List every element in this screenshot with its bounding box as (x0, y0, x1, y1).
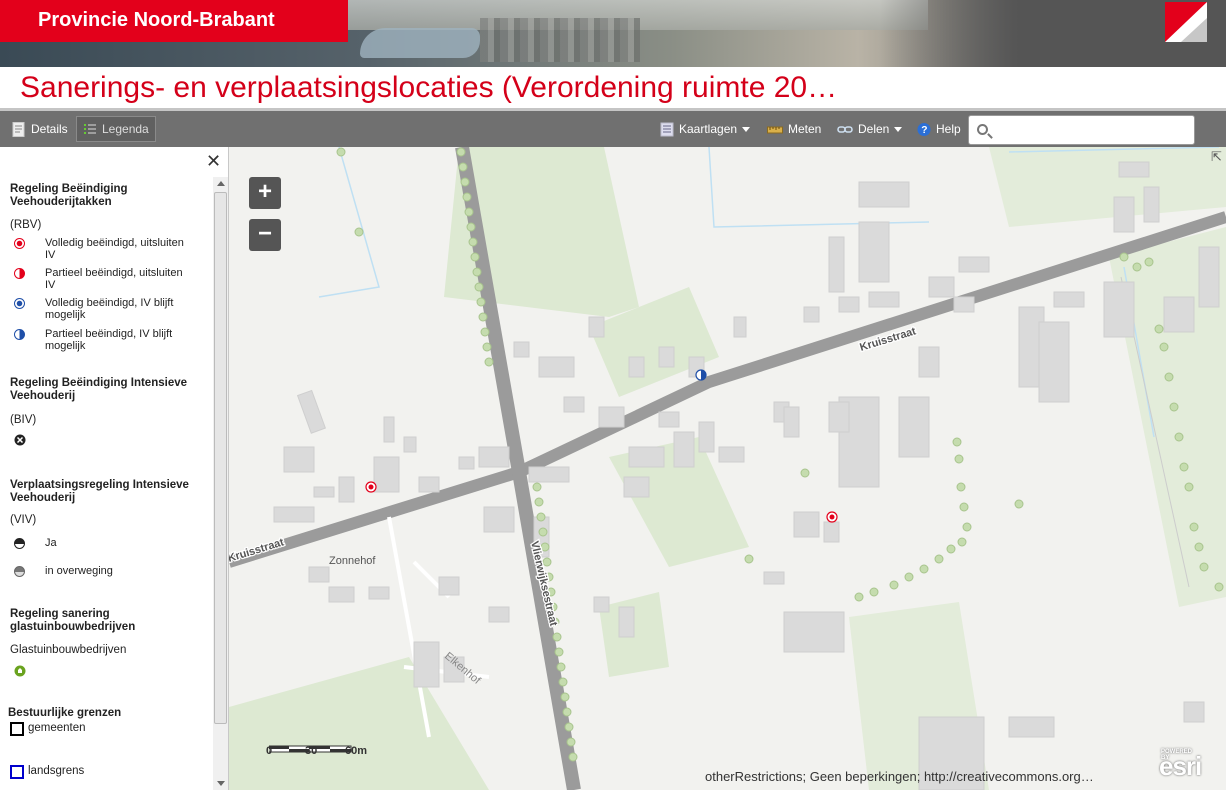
legend-sub-biv: (BIV) (10, 414, 37, 426)
province-logo[interactable] (1165, 2, 1207, 42)
logo-grey-triangle (1181, 18, 1207, 42)
legend-label: Legenda (102, 122, 149, 136)
attribution-text: otherRestrictions; Geen beperkingen; htt… (705, 769, 1094, 784)
legend-heading-bounds: Bestuurlijke grenzen (8, 707, 122, 719)
search-icon (977, 124, 988, 135)
banner-photo-water (360, 28, 480, 58)
legend-heading-glas: Regeling sanering glastuinbouwbedrijven (10, 608, 136, 633)
legend-scrollbar[interactable] (213, 177, 228, 790)
legend-item-label: Volledig beëindigd, IV blijft mogelijk (45, 297, 174, 321)
header-banner: Provincie Noord-Brabant (0, 0, 1226, 67)
measure-button[interactable]: Meten (761, 116, 827, 142)
legend-heading-viv: Verplaatsingsregeling Intensieve Veehoud… (10, 479, 189, 504)
chevron-down-icon (742, 126, 751, 132)
biv-marker-icon (14, 434, 26, 446)
esri-powered-by: POWERED BY (1161, 749, 1193, 761)
legend-panel: ✕ Regeling Beëindiging Veehouderijtakken… (0, 147, 229, 790)
legend-item-label: Partieel beëindigd, IV blijft mogelijk (45, 328, 173, 352)
share-button[interactable]: Delen (831, 116, 908, 142)
legend-item-label: gemeenten (28, 722, 86, 734)
municipal-border-swatch (10, 722, 24, 736)
legend-sub-glas: Glastuinbouwbedrijven (10, 644, 127, 656)
measure-label: Meten (788, 122, 822, 136)
esri-logo[interactable]: POWERED BY esri (1159, 749, 1202, 782)
banner-photo-city (480, 18, 640, 62)
legend-list-icon (84, 123, 96, 134)
scroll-up-icon[interactable] (217, 181, 225, 186)
document-icon (12, 121, 25, 137)
brand-name: Provincie Noord-Brabant (0, 0, 348, 42)
legend-item-label: Partieel beëindigd, uitsluiten IV (45, 267, 183, 291)
basemaps-button[interactable]: Kaartlagen (654, 116, 756, 142)
help-button[interactable]: ? Help (911, 116, 967, 142)
legend-sub-viv: (VIV) (10, 514, 37, 526)
half-red-marker-icon (14, 268, 25, 279)
full-red-marker-icon (14, 238, 25, 249)
legend-item-label: landsgrens (28, 765, 85, 777)
map-canvas: Kruisstraat Kruisstraat Vlierwijksestraa… (229, 147, 1226, 790)
map-view[interactable]: Kruisstraat Kruisstraat Vlierwijksestraa… (229, 147, 1226, 790)
scale-tick-label: 60m (345, 745, 368, 757)
zoom-in-button[interactable]: + (249, 177, 281, 209)
basemaps-label: Kaartlagen (679, 122, 738, 136)
title-bar: Sanerings- en verplaatsingslocaties (Ver… (0, 67, 1226, 111)
scroll-thumb[interactable] (214, 192, 227, 724)
help-icon: ? (917, 122, 931, 136)
details-label: Details (31, 122, 68, 136)
ruler-icon (767, 126, 783, 133)
help-label: Help (936, 122, 961, 136)
legend-item-label: Volledig beëindigd, uitsluiten IV (45, 237, 184, 261)
legend-sub-rbv: (RBV) (10, 219, 42, 231)
legend-heading-rbv: Regeling Beëindiging Veehouderijtakken (10, 183, 128, 208)
half-blue-marker-icon (14, 329, 25, 340)
legend-button[interactable]: Legenda (76, 116, 156, 142)
scale-bar: 0 30 60m (266, 745, 379, 757)
search-box[interactable] (968, 115, 1195, 145)
details-button[interactable]: Details (6, 116, 74, 142)
chevron-down-icon (894, 126, 903, 132)
viv-pending-marker-icon (14, 566, 25, 577)
full-blue-marker-icon (14, 298, 25, 309)
viv-yes-marker-icon (14, 538, 25, 549)
expand-icon[interactable]: ⇱ (1211, 149, 1222, 165)
zoom-out-button[interactable]: − (249, 219, 281, 251)
close-icon[interactable]: ✕ (206, 151, 221, 172)
green-field (989, 147, 1226, 227)
layers-icon (660, 122, 674, 136)
toolbar: Details Legenda Kaartlagen Meten Delen ?… (0, 111, 1226, 147)
scale-tick-label: 30 (305, 745, 318, 757)
place-label-zonnehof: Zonnehof (329, 555, 376, 567)
legend-heading-biv: Regeling Beëindiging Intensieve Veehoude… (10, 377, 188, 402)
national-border-swatch (10, 765, 24, 779)
search-input[interactable] (993, 120, 1189, 140)
scale-tick-label: 0 (266, 745, 273, 757)
legend-item-label: Ja (45, 537, 57, 549)
link-icon (837, 125, 853, 133)
svg-text:?: ? (921, 125, 927, 136)
greenhouse-marker-icon (14, 665, 26, 677)
scroll-down-icon[interactable] (217, 781, 225, 786)
legend-item-label: in overweging (45, 565, 113, 577)
page-title: Sanerings- en verplaatsingslocaties (Ver… (20, 71, 838, 104)
share-label: Delen (858, 122, 890, 136)
scale-bar-labels: 0 30 60m (266, 745, 379, 757)
